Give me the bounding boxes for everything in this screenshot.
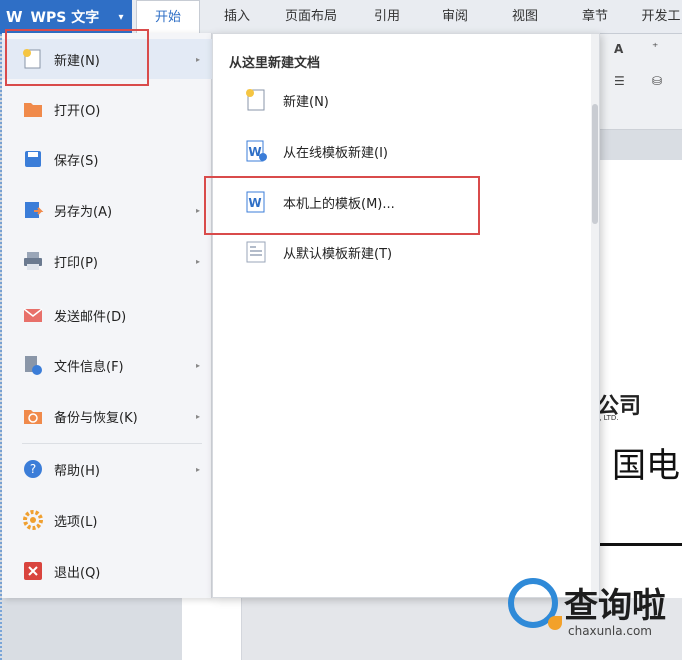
- menu-item-options[interactable]: 选项(L): [2, 500, 212, 540]
- menu-item-save-as[interactable]: 另存为(A) ▸: [2, 190, 212, 230]
- tab-chapter[interactable]: 章节: [570, 0, 620, 34]
- gear-icon: [23, 510, 43, 530]
- tab-references[interactable]: 引用: [362, 0, 412, 34]
- submenu-item-label: 从默认模板新建(T): [283, 246, 393, 262]
- tab-page-layout[interactable]: 页面布局: [276, 0, 346, 34]
- menu-item-label: 另存为(A): [54, 204, 113, 220]
- menu-item-exit[interactable]: 退出(Q): [2, 551, 212, 591]
- submenu-item-label: 新建(N): [283, 94, 329, 110]
- menu-item-label: 文件信息(F): [54, 359, 124, 375]
- save-as-icon: [25, 202, 44, 218]
- menu-item-label: 新建(N): [54, 53, 100, 69]
- app-name: WPS 文字: [30, 10, 100, 26]
- file-menu: 新建(N) ▸ 打开(O) 保存(S) 另存为(A) ▸ 打印(P) ▸ 发送邮…: [2, 33, 212, 598]
- tab-insert[interactable]: 插入: [212, 0, 262, 34]
- file-info-icon: [25, 356, 42, 375]
- font-grow-icon[interactable]: A: [614, 42, 623, 56]
- menu-item-label: 帮助(H): [54, 463, 100, 479]
- menu-item-label: 退出(Q): [54, 565, 101, 581]
- watermark-logo-icon: [508, 578, 562, 630]
- scrollbar-thumb[interactable]: [592, 104, 598, 224]
- new-blank-icon: [246, 89, 265, 111]
- submenu-item-default-template[interactable]: 从默认模板新建(T): [213, 232, 593, 272]
- submenu-arrow-icon: ▸: [196, 411, 201, 421]
- chevron-down-icon[interactable]: ▾: [110, 12, 132, 23]
- submenu-item-new-blank[interactable]: 新建(N): [213, 80, 593, 120]
- online-template-icon: W: [246, 140, 267, 162]
- printer-icon: [24, 252, 42, 270]
- floppy-icon: [25, 151, 41, 167]
- menu-item-label: 发送邮件(D): [54, 309, 127, 325]
- menu-item-new[interactable]: 新建(N) ▸: [2, 39, 212, 79]
- wps-app-menu-button[interactable]: W WPS 文字 ▾: [0, 0, 132, 34]
- submenu-arrow-icon: ▸: [196, 464, 201, 474]
- menu-item-label: 选项(L): [54, 514, 98, 530]
- menu-item-label: 打开(O): [54, 103, 101, 119]
- new-document-submenu: 从这里新建文档 新建(N) W 从在线模板新建(I) W 本机上的模板(M)..…: [212, 33, 600, 598]
- svg-text:W: W: [248, 196, 261, 210]
- menu-divider: [22, 443, 202, 444]
- submenu-arrow-icon: ▸: [196, 256, 201, 266]
- submenu-scrollbar[interactable]: [591, 34, 599, 597]
- watermark-url: chaxunla.com: [568, 624, 652, 638]
- tab-start[interactable]: 开始: [136, 0, 200, 34]
- superscript-icon[interactable]: ⁺: [652, 40, 658, 54]
- submenu-heading: 从这里新建文档: [229, 56, 321, 71]
- document-heading-text: 国电: [612, 446, 680, 486]
- tab-developer[interactable]: 开发工: [636, 0, 682, 34]
- local-template-icon: W: [246, 191, 265, 213]
- backup-icon: [24, 410, 42, 424]
- watermark: 查询啦 chaxunla.com: [508, 574, 678, 654]
- tab-view[interactable]: 视图: [500, 0, 550, 34]
- wps-logo-icon: W: [6, 8, 23, 26]
- menu-item-open[interactable]: 打开(O): [2, 89, 212, 129]
- menu-item-help[interactable]: ? 帮助(H) ▸: [2, 449, 212, 489]
- tab-review[interactable]: 审阅: [430, 0, 480, 34]
- watermark-title: 查询啦: [564, 586, 666, 626]
- document-company-en-text: ., LTD.: [597, 414, 619, 422]
- new-document-icon: [23, 49, 41, 69]
- page-margin: [182, 598, 242, 660]
- fill-color-icon[interactable]: ⛁: [652, 74, 662, 88]
- submenu-item-label: 从在线模板新建(I): [283, 145, 388, 161]
- submenu-item-online-template[interactable]: W 从在线模板新建(I): [213, 131, 593, 171]
- menu-item-file-info[interactable]: 文件信息(F) ▸: [2, 345, 212, 385]
- mail-icon: [23, 308, 43, 322]
- submenu-arrow-icon: ▸: [196, 54, 201, 64]
- submenu-item-label: 本机上的模板(M)...: [283, 196, 395, 212]
- help-icon: ?: [24, 460, 42, 478]
- format-toolbar: A ⁺ ☰ ⛁: [600, 34, 682, 130]
- menu-item-label: 保存(S): [54, 153, 99, 169]
- menu-item-label: 打印(P): [54, 255, 98, 271]
- menu-item-save[interactable]: 保存(S): [2, 139, 212, 179]
- menu-item-backup[interactable]: 备份与恢复(K) ▸: [2, 396, 212, 436]
- menu-item-print[interactable]: 打印(P) ▸: [2, 241, 212, 281]
- folder-icon: [24, 103, 42, 117]
- submenu-item-local-template[interactable]: W 本机上的模板(M)...: [213, 182, 593, 222]
- document-rule: [600, 543, 682, 546]
- submenu-arrow-icon: ▸: [196, 360, 201, 370]
- default-template-icon: [246, 241, 266, 263]
- svg-text:?: ?: [30, 462, 36, 476]
- menu-item-send-mail[interactable]: 发送邮件(D): [2, 295, 212, 335]
- menu-item-label: 备份与恢复(K): [54, 410, 138, 426]
- list-icon[interactable]: ☰: [614, 74, 625, 88]
- exit-icon: [24, 562, 42, 580]
- submenu-arrow-icon: ▸: [196, 205, 201, 215]
- ribbon: W WPS 文字 ▾ 开始 插入 页面布局 引用 审阅 视图 章节 开发工: [0, 0, 682, 34]
